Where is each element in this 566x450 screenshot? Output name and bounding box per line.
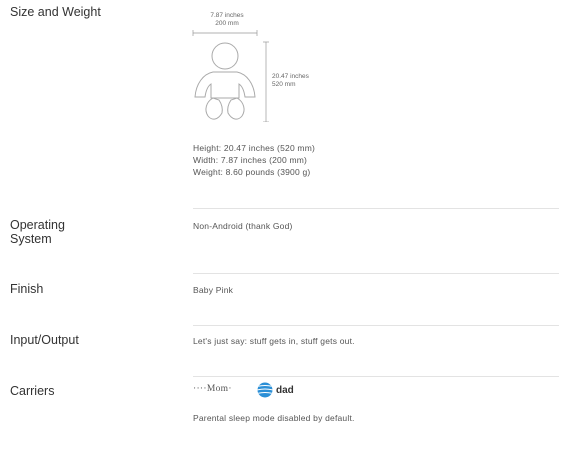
- mom-carrier-logo: ····Mom·: [193, 384, 232, 394]
- divider: [193, 325, 559, 326]
- size-weight-title: Size and Weight: [10, 5, 101, 19]
- baby-outline-icon: [192, 30, 269, 122]
- finish-title: Finish: [10, 282, 44, 296]
- divider: [193, 208, 559, 209]
- globe-icon: [257, 382, 273, 398]
- input-output-value: Let's just say: stuff gets in, stuff get…: [193, 336, 355, 346]
- dad-carrier-logo: dad: [257, 382, 294, 398]
- carriers-title: Carriers: [10, 384, 55, 398]
- weight-spec: Weight: 8.60 pounds (3900 g): [193, 167, 311, 177]
- input-output-title: Input/Output: [10, 333, 79, 347]
- width-inches: 7.87 inches: [210, 12, 244, 19]
- divider: [193, 273, 559, 274]
- height-spec: Height: 20.47 inches (520 mm): [193, 143, 316, 153]
- operating-system-title: Operating System: [10, 218, 65, 246]
- dad-logo-text: dad: [276, 384, 294, 396]
- height-inches: 20.47 inches: [272, 73, 309, 80]
- width-spec: Width: 7.87 inches (200 mm): [193, 155, 308, 165]
- carriers-note: Parental sleep mode disabled by default.: [193, 413, 355, 423]
- os-title-line-2: System: [10, 232, 52, 246]
- operating-system-value: Non-Android (thank God): [193, 221, 293, 231]
- height-mm: 520 mm: [272, 80, 296, 88]
- height-dimension-label: 20.47 inches 520 mm: [272, 73, 322, 88]
- size-spec-list: Height: 20.47 inches (520 mm) Width: 7.8…: [193, 142, 315, 178]
- divider: [193, 376, 559, 377]
- finish-value: Baby Pink: [193, 285, 234, 295]
- os-title-line-1: Operating: [10, 218, 65, 232]
